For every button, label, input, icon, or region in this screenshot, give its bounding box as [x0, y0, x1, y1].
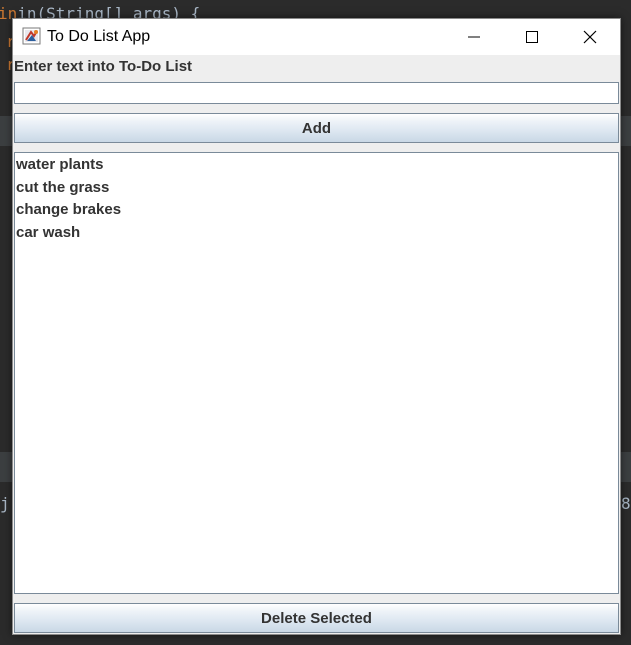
close-button[interactable]	[561, 19, 619, 55]
maximize-button[interactable]	[503, 19, 561, 55]
java-app-icon	[22, 26, 42, 46]
prompt-label: Enter text into To-Do List	[14, 58, 193, 75]
list-item[interactable]: car wash	[15, 222, 618, 245]
title-bar[interactable]: To Do List App	[13, 19, 620, 55]
add-button[interactable]: Add	[14, 113, 619, 143]
maximize-icon	[526, 31, 538, 43]
minimize-button[interactable]	[445, 19, 503, 55]
content-panel: Enter text into To-Do List Add water pla…	[13, 55, 620, 634]
delete-selected-button[interactable]: Delete Selected	[14, 603, 619, 633]
todo-list-items: water plants cut the grass change brakes ca…	[15, 153, 618, 244]
ide-side-text-right: 8	[621, 494, 631, 513]
close-icon	[583, 30, 597, 44]
list-item[interactable]: water plants	[15, 154, 618, 177]
app-window: To Do List App Enter text into To-Do Lis…	[12, 18, 621, 635]
todo-list[interactable]: water plants cut the grass change brakes ca…	[14, 152, 619, 594]
window-title: To Do List App	[47, 28, 151, 45]
list-item[interactable]: change brakes	[15, 199, 618, 222]
todo-text-input[interactable]	[14, 82, 619, 104]
list-item[interactable]: cut the grass	[15, 177, 618, 200]
minimize-icon	[468, 36, 480, 38]
ide-side-text-left: j	[0, 494, 10, 513]
